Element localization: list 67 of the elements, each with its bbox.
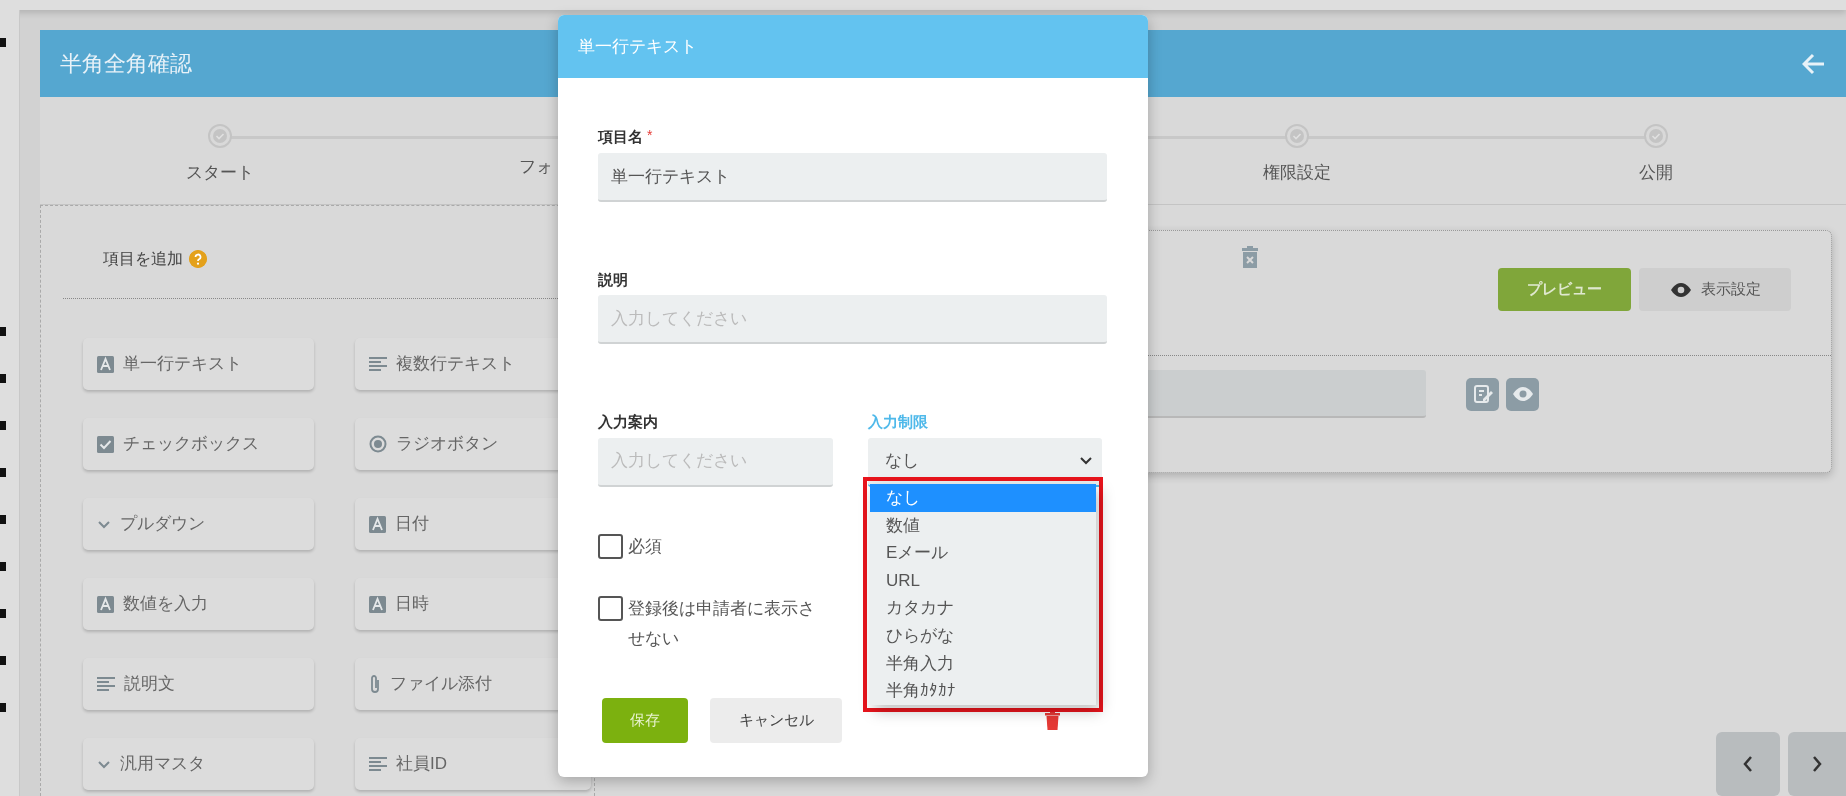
dialog-title: 単一行テキスト — [578, 35, 697, 58]
step-label[interactable]: フォ — [519, 154, 553, 180]
cancel-button[interactable]: キャンセル — [710, 697, 842, 743]
sidebar-icon[interactable] — [0, 327, 6, 336]
palette-item[interactable]: 単一行テキスト — [83, 338, 314, 390]
previous-button[interactable] — [1716, 732, 1780, 796]
chevron-icon — [97, 759, 111, 769]
field-label: 入力案内 — [598, 412, 658, 432]
delete-icon[interactable] — [1045, 710, 1060, 730]
step-label[interactable]: 権限設定 — [1262, 160, 1331, 186]
palette-item[interactable]: 数値を入力 — [83, 578, 314, 630]
back-arrow-icon[interactable] — [1802, 52, 1826, 75]
checkbox[interactable] — [598, 533, 623, 559]
field-label: 入力制限 — [868, 412, 928, 432]
chevron-right-icon — [1811, 755, 1823, 773]
checkbox-label: 必須 — [628, 535, 662, 558]
checkbox-label: 登録後は申請者に表示させない — [628, 597, 816, 650]
eye-icon — [1669, 281, 1693, 298]
palette-item[interactable]: プルダウン — [83, 498, 314, 550]
name-field[interactable]: 単一行テキスト — [598, 152, 1107, 202]
section-title: 項目を追加 — [103, 249, 183, 269]
text-icon — [97, 355, 114, 373]
required-mark: * — [647, 127, 653, 143]
palette-item[interactable]: 汎用マスタ — [83, 738, 314, 790]
edit-icon[interactable] — [1466, 377, 1499, 411]
sidebar-icon[interactable] — [0, 515, 6, 524]
lines-icon — [97, 676, 115, 692]
dropdown-option[interactable]: 半角入力 — [870, 649, 1096, 678]
sidebar-icon[interactable] — [0, 609, 6, 618]
help-icon[interactable] — [189, 250, 207, 268]
page-title: 半角全角確認 — [60, 50, 192, 78]
sidebar-icon[interactable] — [0, 468, 6, 477]
dropdown-option[interactable]: 半角ｶﾀｶﾅ — [870, 677, 1096, 705]
dropdown-option[interactable]: カタカナ — [870, 594, 1096, 622]
dropdown-option[interactable]: Eメール — [870, 539, 1096, 567]
sidebar-icon[interactable] — [0, 656, 6, 665]
field-label: 項目名 — [598, 127, 643, 147]
palette-item[interactable]: 社員ID — [355, 738, 591, 790]
checkbox[interactable] — [598, 595, 623, 621]
next-button[interactable] — [1788, 732, 1846, 796]
text-icon — [369, 595, 386, 613]
sidebar-icon[interactable] — [0, 38, 6, 47]
dropdown-option[interactable]: URL — [870, 566, 1096, 595]
field-label: 説明 — [598, 269, 628, 290]
dropdown-option[interactable]: 数値 — [870, 511, 1096, 540]
text-icon — [369, 515, 386, 533]
dropdown-option[interactable]: ひらがな — [870, 621, 1096, 650]
display-settings-button[interactable]: 表示設定 — [1639, 268, 1791, 311]
sidebar-icon[interactable] — [0, 421, 6, 430]
radio-icon — [369, 435, 387, 453]
dropdown-option[interactable]: なし — [870, 484, 1096, 512]
checkbox-icon — [97, 435, 114, 453]
sidebar-icon[interactable] — [0, 374, 6, 383]
step-label[interactable]: 公開 — [1638, 160, 1673, 186]
palette-item[interactable]: チェックボックス — [83, 418, 314, 470]
palette-item[interactable]: 説明文 — [83, 658, 314, 710]
sidebar-icon[interactable] — [0, 562, 6, 571]
step-label[interactable]: スタート — [185, 160, 254, 186]
chevron-icon — [1080, 457, 1092, 465]
sidebar-icon[interactable] — [0, 703, 6, 712]
lines-icon — [369, 756, 387, 772]
lines-icon — [369, 356, 387, 372]
chevron-icon — [97, 519, 111, 529]
text-icon — [97, 595, 114, 613]
paperclip-icon — [369, 674, 381, 694]
chevron-left-icon — [1742, 755, 1754, 773]
eye-icon[interactable] — [1506, 377, 1539, 411]
